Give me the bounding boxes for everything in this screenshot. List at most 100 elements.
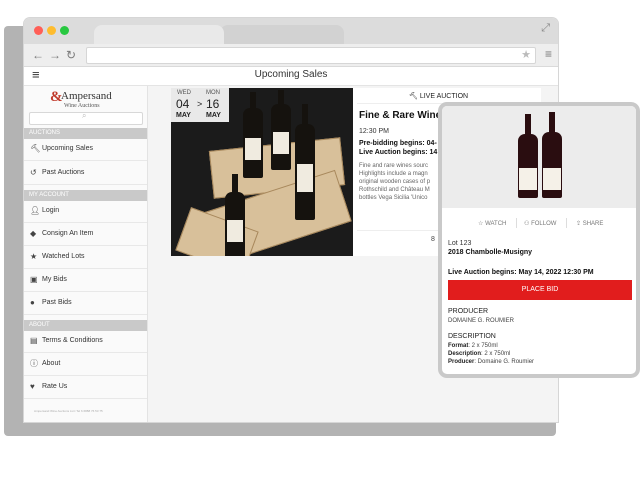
sidebar-item-upcoming-sales[interactable]: 🔨︎ Upcoming Sales: [24, 139, 147, 161]
auction-title[interactable]: Fine & Rare Wines: [359, 110, 447, 121]
sidebar-item-label: Past Auctions: [42, 169, 85, 176]
start-day: 04: [176, 97, 190, 111]
producer-name: DOMAINE G. ROUMIER: [448, 318, 515, 324]
section-my-account: MY ACCOUNT: [24, 190, 147, 201]
bottle-neck-image: [250, 92, 256, 110]
lot-detail-panel: ☆ WATCH ⚇ FOLLOW ⇪ SHARE Lot 123 2018 Ch…: [438, 102, 640, 378]
user-icon: 👤︎: [30, 206, 41, 215]
sidebar-item-label: My Bids: [42, 276, 67, 283]
live-begins: Live Auction begins: 14: [359, 149, 438, 156]
wine-bottle-image: [271, 90, 291, 170]
star-outline-icon: ☆: [478, 221, 484, 227]
document-icon: ▤: [30, 336, 38, 345]
lot-live-begins: Live Auction begins: May 14, 2022 12:30 …: [448, 269, 594, 276]
sidebar-item-login[interactable]: 👤︎ Login: [24, 201, 147, 223]
search-input[interactable]: ⌕: [29, 111, 143, 125]
auction-date-range: WED 04 MAY > MON 16 MAY: [171, 88, 229, 122]
star-icon: ★: [30, 252, 38, 261]
producer-value: : Domaine G. Roumier: [474, 359, 535, 365]
sidebar-item-label: About: [42, 360, 61, 367]
reload-icon[interactable]: ↻: [66, 48, 76, 62]
lot-number: Lot 123: [448, 240, 472, 247]
bottle-label-image: [519, 168, 537, 190]
sidebar-item-past-auctions[interactable]: ↺ Past Auctions: [24, 163, 147, 185]
share-button[interactable]: ⇪ SHARE: [576, 220, 603, 227]
description-label: Description: [448, 351, 482, 357]
prebid-begins: Pre-bidding begins: 04-: [359, 140, 437, 147]
info-icon: ⓘ: [30, 359, 38, 368]
section-about: ABOUT: [24, 320, 147, 331]
sidebar-item-rate-us[interactable]: ♥ Rate Us: [24, 377, 147, 399]
bottle-label-image: [543, 168, 561, 190]
sidebar: & Ampersand Wine Auctions ⌕ AUCTIONS 🔨︎ U…: [24, 86, 148, 422]
auction-photo: WED 04 MAY > MON 16 MAY: [171, 88, 353, 256]
page-title: Upcoming Sales: [254, 69, 328, 80]
heart-icon: ♥: [30, 382, 35, 391]
producer-heading: PRODUCER: [448, 308, 489, 315]
fullscreen-icon[interactable]: ⤢: [541, 22, 550, 35]
bookmark-star-icon[interactable]: ★: [521, 48, 531, 61]
wine-bottle-image: [243, 92, 263, 178]
bottle-neck-image: [232, 174, 238, 194]
bottle-neck-image: [525, 114, 531, 136]
browser-tab-2[interactable]: [220, 25, 344, 44]
browser-menu-icon[interactable]: ≡: [545, 47, 552, 61]
sidebar-item-label: Upcoming Sales: [42, 145, 93, 152]
start-day-of-week: WED: [177, 90, 191, 96]
sidebar-item-past-bids[interactable]: ● Past Bids: [24, 293, 147, 315]
description-row: Description: 2 x 750ml: [448, 351, 510, 357]
gavel-icon: 🔨︎: [30, 144, 41, 153]
description-heading: DESCRIPTION: [448, 333, 496, 340]
wine-bottle-image: [542, 112, 562, 198]
place-bid-button[interactable]: PLACE BID: [448, 280, 632, 300]
watch-label: WATCH: [485, 221, 507, 227]
forward-arrow-icon[interactable]: →: [49, 48, 61, 62]
end-day-of-week: MON: [206, 90, 220, 96]
lot-photo: [442, 106, 636, 208]
date-separator: >: [197, 99, 203, 109]
end-day: 16: [206, 97, 220, 111]
divider: [516, 218, 517, 228]
sidebar-item-label: Terms & Conditions: [42, 337, 103, 344]
address-bar-row: ← → ↻ ★ ≡: [24, 44, 558, 67]
watch-button[interactable]: ☆ WATCH: [478, 220, 506, 227]
dollar-icon: ●: [30, 298, 35, 307]
maximize-window-icon[interactable]: [60, 26, 69, 35]
wine-bottle-image: [225, 174, 245, 256]
url-input[interactable]: ★: [86, 47, 536, 64]
logo-subtitle: Wine Auctions: [64, 103, 100, 109]
sidebar-item-my-bids[interactable]: ▣ My Bids: [24, 270, 147, 292]
sidebar-item-about[interactable]: ⓘ About: [24, 354, 147, 376]
sidebar-item-consign[interactable]: ◆ Consign An Item: [24, 224, 147, 246]
more-link[interactable]: 8: [431, 236, 435, 243]
close-window-icon[interactable]: [34, 26, 43, 35]
live-auction-tag: 🔨︎ LIVE AUCTION: [409, 92, 468, 100]
follow-label: FOLLOW: [531, 221, 557, 227]
search-icon: ⌕: [82, 111, 87, 120]
browser-titlebar: ⤢: [24, 18, 558, 44]
back-arrow-icon[interactable]: ←: [32, 48, 44, 62]
tag-icon: ◆: [30, 229, 37, 238]
bottle-label-image: [227, 220, 243, 242]
producer-row: Producer: Domaine G. Roumier: [448, 359, 534, 365]
sidebar-item-label: Login: [42, 207, 60, 214]
bottle-neck-image: [278, 90, 284, 106]
sidebar-item-watched-lots[interactable]: ★ Watched Lots: [24, 247, 147, 269]
auction-type-label: LIVE AUCTION: [419, 93, 469, 100]
format-label: Format: [448, 343, 469, 349]
minimize-window-icon[interactable]: [47, 26, 56, 35]
sidebar-item-label: Watched Lots: [42, 253, 85, 260]
wine-bottle-image: [518, 114, 538, 198]
bottle-neck-image: [549, 112, 555, 134]
bottle-label-image: [273, 132, 289, 154]
history-icon: ↺: [30, 168, 37, 177]
follow-button[interactable]: ⚇ FOLLOW: [524, 220, 556, 227]
gavel-icon: 🔨︎: [409, 93, 418, 100]
format-row: Format: 2 x 750ml: [448, 343, 498, 349]
sidebar-item-terms[interactable]: ▤ Terms & Conditions: [24, 331, 147, 353]
sidebar-item-label: Consign An Item: [42, 230, 94, 237]
browser-tab-1[interactable]: [94, 25, 224, 44]
start-month: MAY: [176, 112, 191, 119]
bids-icon: ▣: [30, 275, 38, 284]
share-icon: ⇪: [576, 221, 582, 227]
